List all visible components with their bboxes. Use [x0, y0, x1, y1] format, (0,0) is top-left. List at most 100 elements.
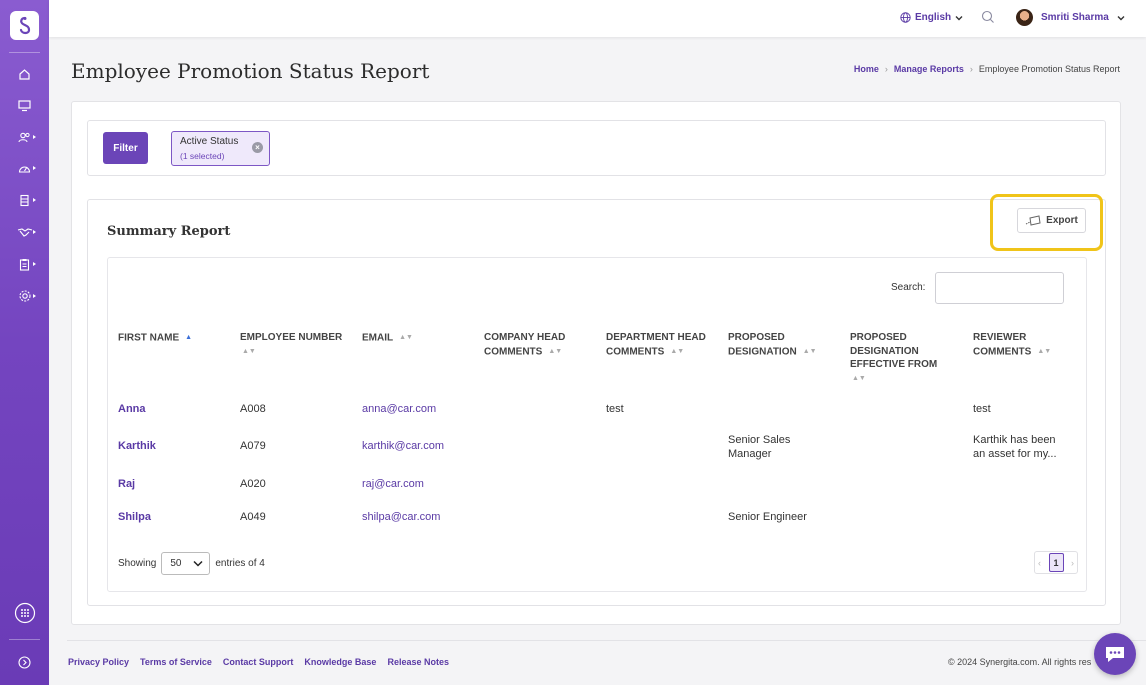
top-bar: English Smriti Sharma: [49, 0, 1146, 37]
table-cell-employee-number: A079: [240, 440, 266, 452]
remove-filter-icon[interactable]: ×: [252, 142, 263, 153]
column-title: REVIEWER COMMENTS: [973, 332, 1032, 357]
sidebar-item-handshake[interactable]: [0, 222, 49, 242]
sidebar-item-monitor[interactable]: [0, 95, 49, 115]
table-cell-email[interactable]: shilpa@car.com: [362, 511, 440, 525]
table-cell-first-name[interactable]: Anna: [118, 403, 146, 417]
sidebar-item-settings[interactable]: [0, 286, 49, 306]
table-cell-reviewer-comments: test: [973, 403, 991, 415]
sort-icon: ▲▼: [548, 347, 563, 355]
expand-arrow-icon: [33, 294, 36, 298]
active-status-chip[interactable]: Active Status (1 selected) ×: [171, 131, 270, 166]
expand-arrow-icon: [33, 198, 36, 202]
entries-label: entries of 4: [215, 558, 265, 569]
sidebar-item-database[interactable]: [0, 190, 49, 210]
footer-link-terms[interactable]: Terms of Service: [140, 657, 212, 667]
table-cell-proposed-designation: Senior Sales Manager: [728, 434, 791, 460]
breadcrumb-manage-reports[interactable]: Manage Reports: [894, 64, 964, 74]
sidebar-divider: [9, 52, 40, 53]
column-header-email[interactable]: EMAIL ▲▼: [362, 331, 413, 345]
app-logo[interactable]: [10, 11, 39, 40]
export-icon: [1025, 214, 1041, 226]
table-cell-reviewer-comments: Karthik has been an asset for my...: [973, 434, 1057, 460]
sidebar-item-home[interactable]: [0, 64, 49, 84]
user-menu[interactable]: Smriti Sharma: [1016, 9, 1125, 26]
sidebar-item-dashboard[interactable]: [0, 158, 49, 178]
breadcrumb-home[interactable]: Home: [854, 64, 879, 74]
page-size-select[interactable]: 50: [161, 552, 211, 575]
search-input[interactable]: [935, 272, 1064, 304]
settings-icon: [18, 290, 31, 302]
filter-button[interactable]: Filter: [103, 132, 148, 164]
chip-subtitle: (1 selected): [180, 151, 225, 161]
table-cell-email[interactable]: karthik@car.com: [362, 440, 444, 454]
logo-icon: [19, 16, 30, 34]
sidebar: [0, 0, 49, 685]
report-card: Filter Active Status (1 selected) × Summ…: [71, 101, 1121, 625]
pagination: ‹ 1 ›: [1034, 551, 1078, 574]
footer-link-release-notes[interactable]: Release Notes: [387, 657, 449, 667]
chip-title: Active Status: [180, 136, 239, 147]
table-cell-first-name[interactable]: Raj: [118, 478, 135, 492]
home-icon: [19, 68, 30, 80]
apps-grid-icon: [14, 602, 35, 624]
column-header-first-name[interactable]: FIRST NAME ▲: [118, 331, 192, 345]
sidebar-item-users[interactable]: [0, 127, 49, 147]
expand-arrow-icon: [33, 262, 36, 266]
column-header-proposed-designation-effective-from[interactable]: PROPOSED DESIGNATION EFFECTIVE FROM ▲▼: [850, 331, 945, 385]
column-title: DEPARTMENT HEAD COMMENTS: [606, 332, 706, 357]
table-cell-department-head-comments: test: [606, 403, 624, 415]
footer-link-contact[interactable]: Contact Support: [223, 657, 294, 667]
table-cell-email[interactable]: anna@car.com: [362, 403, 436, 417]
breadcrumb-separator-icon: ›: [884, 64, 888, 74]
table-cell-first-name[interactable]: Karthik: [118, 440, 156, 454]
column-title: PROPOSED DESIGNATION EFFECTIVE FROM: [850, 332, 938, 370]
page-button-current[interactable]: 1: [1048, 553, 1064, 572]
page-title: Employee Promotion Status Report: [71, 59, 430, 83]
sidebar-item-clipboard[interactable]: [0, 254, 49, 274]
sort-icon: ▲▼: [1037, 347, 1052, 355]
sidebar-expand-button[interactable]: [0, 652, 49, 672]
table-cell-employee-number: A049: [240, 511, 266, 523]
sidebar-divider: [9, 639, 40, 640]
chat-button[interactable]: [1094, 633, 1136, 675]
column-header-proposed-designation[interactable]: PROPOSED DESIGNATION ▲▼: [728, 331, 828, 358]
data-table: Search: FIRST NAME ▲ EMPLOYEE NUMBER ▲▼ EM…: [107, 257, 1087, 592]
column-title: FIRST NAME: [118, 332, 180, 344]
sort-icon: ▲▼: [242, 347, 256, 355]
sort-icon: ▲▼: [802, 347, 817, 355]
footer-divider: [67, 640, 1146, 641]
clipboard-icon: [19, 258, 30, 271]
table-cell-employee-number: A008: [240, 403, 266, 415]
footer-link-privacy[interactable]: Privacy Policy: [68, 657, 129, 667]
footer-link-knowledge-base[interactable]: Knowledge Base: [304, 657, 376, 667]
summary-panel: Summary Report Export Search: FIRST NAME…: [87, 194, 1106, 606]
table-cell-employee-number: A020: [240, 478, 266, 490]
table-cell-proposed-designation: Senior Engineer: [728, 511, 807, 523]
table-cell-first-name[interactable]: Shilpa: [118, 511, 151, 525]
chevron-down-icon: [955, 15, 963, 20]
database-icon: [20, 194, 29, 206]
chevron-down-icon: [1117, 15, 1125, 20]
table-cell-email[interactable]: raj@car.com: [362, 478, 424, 492]
language-selector[interactable]: English: [900, 12, 963, 23]
page-size-value: 50: [170, 558, 182, 569]
showing-label: Showing: [118, 558, 157, 569]
column-header-department-head-comments[interactable]: DEPARTMENT HEAD COMMENTS ▲▼: [606, 331, 716, 358]
export-button[interactable]: Export: [1017, 208, 1086, 233]
summary-title: Summary Report: [107, 224, 231, 239]
export-label: Export: [1046, 215, 1078, 226]
column-header-employee-number[interactable]: EMPLOYEE NUMBER ▲▼: [240, 331, 350, 358]
next-page-icon[interactable]: ›: [1071, 558, 1074, 568]
avatar: [1016, 9, 1033, 26]
search-label: Search:: [891, 282, 926, 293]
handshake-icon: [17, 227, 32, 237]
column-header-reviewer-comments[interactable]: REVIEWER COMMENTS ▲▼: [973, 331, 1063, 358]
sort-icon: ▲▼: [399, 334, 413, 341]
sidebar-apps-button[interactable]: [0, 602, 49, 624]
breadcrumb-separator-icon: ›: [969, 64, 973, 74]
global-search-button[interactable]: [981, 10, 995, 29]
prev-page-icon[interactable]: ‹: [1038, 558, 1041, 568]
sort-icon: ▲▼: [670, 347, 685, 355]
column-header-company-head-comments[interactable]: COMPANY HEAD COMMENTS ▲▼: [484, 331, 579, 358]
